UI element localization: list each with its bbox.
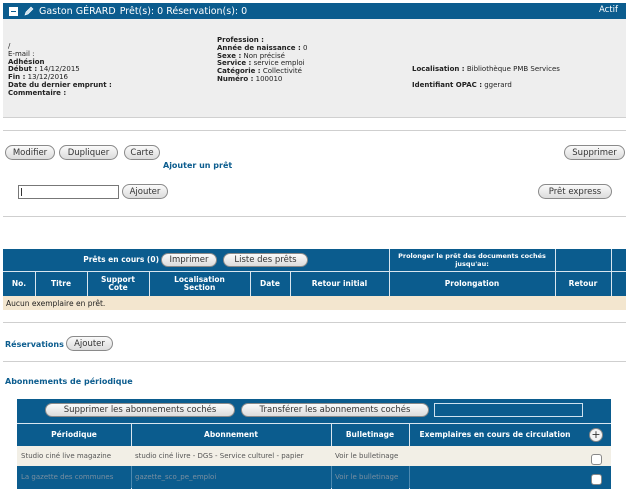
info-col-1: / E-mail : Adhésion Début : 14/12/2015 F…: [8, 42, 112, 98]
divider: [3, 322, 626, 323]
info-categorie-label: Catégorie :: [217, 67, 261, 76]
info-debut-value: 14/12/2015: [39, 65, 80, 74]
info-naissance-label: Année de naissance :: [217, 43, 301, 52]
abonnements-title: Abonnements de périodique: [5, 377, 133, 386]
info-commentaire: Commentaire :: [8, 88, 67, 97]
col-bulletinage: Bulletinage: [345, 430, 395, 439]
carte-button[interactable]: Carte: [124, 145, 160, 160]
col-retour-initial[interactable]: Retour initial: [290, 271, 389, 296]
col-abonnement[interactable]: Abonnement: [131, 423, 331, 446]
ajouter-pret-link[interactable]: Ajouter un prêt: [163, 161, 232, 170]
info-debut-label: Début :: [8, 65, 38, 74]
modifier-button[interactable]: Modifier: [5, 145, 55, 160]
info-numero-value: 100010: [255, 74, 283, 83]
table-rule: [131, 466, 132, 488]
info-opac-label: Identifiant OPAC :: [412, 80, 482, 89]
liste-prets-button[interactable]: Liste des prêts: [223, 253, 308, 267]
cell-bulletinage-link[interactable]: Voir le bulletinage: [335, 446, 398, 466]
info-opac-value: ggerard: [484, 80, 512, 89]
supprimer-button[interactable]: Supprimer: [564, 145, 625, 160]
info-sexe-label: Sexe :: [217, 51, 242, 60]
col-retour[interactable]: Retour: [555, 271, 611, 296]
ajouter-reservation-button[interactable]: Ajouter: [66, 336, 113, 351]
divider: [3, 361, 626, 362]
barcode-input[interactable]: [18, 185, 119, 199]
info-adhesion: Adhésion: [8, 57, 45, 66]
prolonger-label: Prolonger le prêt des documents cochés j…: [398, 252, 546, 268]
edit-pencil-icon[interactable]: [24, 6, 34, 16]
transferer-abonnements-button[interactable]: Transférer les abonnements cochés: [241, 403, 429, 417]
cell-periodique[interactable]: Studio ciné live magazine: [21, 446, 111, 466]
info-service-value: service emploi: [253, 59, 305, 68]
patron-counts: Prêt(s): 0 Réservation(s): 0: [119, 5, 248, 17]
patron-info-panel: / E-mail : Adhésion Début : 14/12/2015 F…: [3, 19, 626, 118]
col-exemplaires: Exemplaires en cours de circulation: [419, 430, 571, 439]
info-service-label: Service :: [217, 59, 252, 68]
pret-express-button[interactable]: Prêt express: [538, 184, 612, 199]
info-dernier-emprunt: Date du dernier emprunt :: [8, 80, 112, 89]
imprimer-button[interactable]: Imprimer: [161, 253, 217, 267]
dupliquer-button[interactable]: Dupliquer: [59, 145, 118, 160]
divider: [3, 216, 626, 217]
loans-table: Prêts en cours (0) Imprimer Liste des pr…: [3, 249, 626, 296]
destination-select[interactable]: [434, 403, 583, 417]
info-col-2: Profession : Année de naissance : 0 Sexe…: [217, 36, 308, 84]
cell-bulletinage-link[interactable]: Voir le bulletinage: [335, 466, 398, 488]
info-naissance-value: 0: [303, 43, 308, 52]
loans-title: Prêts en cours (0): [83, 255, 159, 264]
cell-periodique[interactable]: La gazette des communes: [21, 466, 113, 488]
info-categorie-value: Collectivité: [262, 67, 302, 76]
loans-empty-message: Aucun exemplaire en prêt.: [3, 296, 626, 310]
patron-header: Gaston GÉRARD Prêt(s): 0 Réservation(s):…: [3, 3, 626, 19]
table-rule: [611, 249, 612, 296]
col-localisation[interactable]: Localisation Section: [149, 271, 250, 296]
cell-abonnement[interactable]: gazette_sco_pe_emploi: [135, 466, 216, 488]
reservations-label: Réservations: [5, 340, 64, 349]
expand-all-icon[interactable]: +: [589, 428, 603, 442]
table-row: La gazette des communes gazette_sco_pe_e…: [17, 466, 611, 488]
info-localisation-label: Localisation :: [412, 65, 465, 73]
col-prolongation: Prolongation: [444, 278, 500, 288]
divider: [3, 130, 626, 131]
cell-abonnement[interactable]: studio ciné livre - DGS - Service cultur…: [135, 446, 304, 466]
col-date[interactable]: Date: [250, 271, 290, 296]
ajouter-pret-button[interactable]: Ajouter: [122, 184, 168, 199]
info-localisation-value: Bibliothèque PMB Services: [466, 65, 560, 73]
patron-name[interactable]: Gaston GÉRARD: [39, 6, 116, 17]
row-checkbox[interactable]: [591, 454, 602, 465]
table-rule: [331, 466, 332, 488]
col-no[interactable]: No.: [3, 271, 35, 296]
col-support-cote[interactable]: Support Cote: [87, 271, 149, 296]
info-fin-label: Fin :: [8, 73, 26, 82]
table-row: Studio ciné live magazine studio ciné li…: [17, 446, 611, 466]
table-rule: [409, 466, 410, 488]
info-numero-label: Numéro :: [217, 74, 254, 83]
col-periodique[interactable]: Périodique: [17, 423, 131, 446]
status-badge: Actif: [598, 5, 618, 15]
col-titre[interactable]: Titre: [35, 271, 87, 296]
info-fin-value: 13/12/2016: [27, 73, 68, 82]
info-col-3: Localisation : Bibliothèque PMB Services…: [412, 65, 560, 90]
collapse-icon[interactable]: [9, 6, 18, 16]
row-checkbox[interactable]: [591, 474, 602, 485]
supprimer-abonnements-button[interactable]: Supprimer les abonnements cochés: [45, 403, 235, 417]
info-profession: Profession :: [217, 36, 264, 44]
info-sexe-value: Non précisé: [243, 51, 285, 60]
